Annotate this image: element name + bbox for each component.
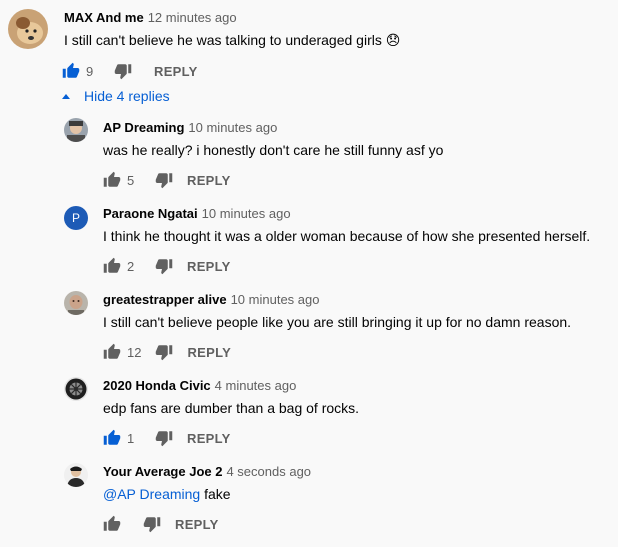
reply-button[interactable]: REPLY <box>154 64 198 79</box>
comment-time[interactable]: 10 minutes ago <box>202 206 291 221</box>
reply-button[interactable]: REPLY <box>175 517 219 532</box>
comment-header: AP Dreaming 10 minutes ago <box>103 120 277 135</box>
like-icon[interactable] <box>62 62 80 80</box>
comment-text: edp fans are dumber than a bag of rocks. <box>103 400 360 416</box>
avatar[interactable]: P <box>64 206 88 230</box>
comment-time[interactable]: 10 minutes ago <box>231 292 320 307</box>
avatar[interactable] <box>64 291 88 315</box>
reply-button[interactable]: REPLY <box>187 173 231 188</box>
dislike-icon[interactable] <box>155 429 173 447</box>
mention-link[interactable]: @AP Dreaming <box>103 486 200 502</box>
comment-text: I still can't believe people like you ar… <box>103 314 572 330</box>
comment-actions: 5 REPLY <box>103 168 231 192</box>
dislike-icon[interactable] <box>114 62 132 80</box>
like-icon[interactable] <box>103 515 121 533</box>
like-count: 5 <box>127 172 135 188</box>
comment-time[interactable]: 12 minutes ago <box>148 10 237 25</box>
like-count: 1 <box>127 430 135 446</box>
like-count: 9 <box>86 63 94 79</box>
comment-time[interactable]: 4 seconds ago <box>226 464 311 479</box>
comment-time[interactable]: 4 minutes ago <box>215 378 297 393</box>
reply-button[interactable]: REPLY <box>187 345 231 360</box>
dislike-icon[interactable] <box>155 257 173 275</box>
reply-button[interactable]: REPLY <box>187 431 231 446</box>
author-name[interactable]: 2020 Honda Civic <box>103 378 211 393</box>
dislike-icon[interactable] <box>155 171 173 189</box>
author-name[interactable]: AP Dreaming <box>103 120 184 135</box>
like-count: 12 <box>127 344 142 360</box>
caret-up-icon <box>62 93 70 99</box>
comment-header: greatestrapper alive 10 minutes ago <box>103 292 319 307</box>
comment-actions: 2 REPLY <box>103 254 231 278</box>
comment-text-rest: fake <box>200 486 231 502</box>
hide-replies-button[interactable]: Hide 4 replies <box>62 88 170 104</box>
like-icon[interactable] <box>103 171 121 189</box>
like-icon[interactable] <box>103 343 121 361</box>
dislike-icon[interactable] <box>155 343 173 361</box>
comment-header: MAX And me 12 minutes ago <box>64 10 237 25</box>
author-name[interactable]: MAX And me <box>64 10 144 25</box>
avatar[interactable] <box>64 377 88 401</box>
hide-replies-label: Hide 4 replies <box>84 88 170 104</box>
author-name[interactable]: Paraone Ngatai <box>103 206 198 221</box>
comment-text: @AP Dreaming fake <box>103 486 231 502</box>
comment-time[interactable]: 10 minutes ago <box>188 120 277 135</box>
comment-actions: REPLY <box>103 512 219 536</box>
reply-button[interactable]: REPLY <box>187 259 231 274</box>
comment-header: 2020 Honda Civic 4 minutes ago <box>103 378 296 393</box>
like-icon[interactable] <box>103 429 121 447</box>
avatar[interactable] <box>64 463 88 487</box>
comment-header: Your Average Joe 2 4 seconds ago <box>103 464 311 479</box>
avatar[interactable] <box>8 9 48 49</box>
dislike-icon[interactable] <box>143 515 161 533</box>
avatar-letter: P <box>71 211 80 225</box>
comment-actions: 1 REPLY <box>103 426 231 450</box>
author-name[interactable]: Your Average Joe 2 <box>103 464 222 479</box>
author-name[interactable]: greatestrapper alive <box>103 292 227 307</box>
comment-text: I still can't believe he was talking to … <box>64 32 401 48</box>
comment-text: I think he thought it was a older woman … <box>103 228 591 244</box>
comment-actions: 12 REPLY <box>103 340 231 364</box>
comment-actions: 9 REPLY <box>62 59 198 83</box>
like-count: 2 <box>127 258 135 274</box>
comment-text: was he really? i honestly don't care he … <box>103 142 444 158</box>
like-icon[interactable] <box>103 257 121 275</box>
avatar[interactable] <box>64 118 88 142</box>
comment-header: Paraone Ngatai 10 minutes ago <box>103 206 291 221</box>
